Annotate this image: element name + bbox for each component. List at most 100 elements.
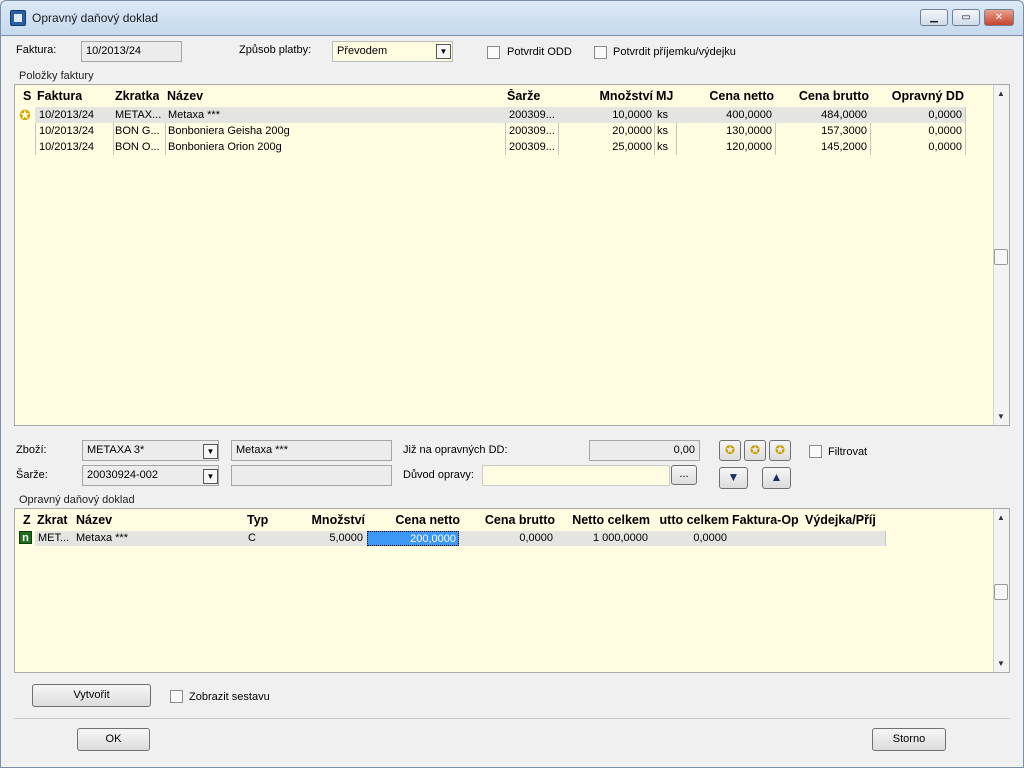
col-header-cena-brutto[interactable]: Cena brutto [777,89,869,107]
scroll-up-icon[interactable]: ▲ [994,513,1008,522]
cell-typ: C [248,532,256,544]
cell-mj: ks [657,141,668,153]
potvrdit-prijemku-checkbox[interactable] [594,46,607,59]
window-title: Opravný daňový doklad [32,11,159,25]
cell-faktura: 10/2013/24 [39,125,95,137]
vytvorit-button[interactable]: Vytvořit [32,684,151,707]
cell-cena-netto: 130,0000 [726,125,772,137]
cell-zkratka: BON O... [115,141,160,153]
odd-grid[interactable]: Z Zkrat Název Typ Množství Cena netto Ce… [14,508,1010,673]
col-header-netto-celkem[interactable]: Netto celkem [558,513,650,531]
cell-faktura: 10/2013/24 [39,141,95,153]
cell-cena-netto-selected[interactable]: 200,0000 [367,531,459,546]
new-record-icon: n [19,531,32,544]
col-header-nazev[interactable]: Název [167,89,203,107]
cell-cena-brutto: 157,3000 [821,125,867,137]
scroll-thumb[interactable] [994,249,1008,265]
cell-cena-netto: 400,0000 [726,109,772,121]
sarze-dropdown-icon[interactable]: ▼ [203,469,218,484]
polozky-faktury-title: Položky faktury [19,70,94,82]
cell-brutto-celkem: 0,0000 [693,532,727,544]
col-header-brutto-celkem[interactable]: utto celkem [653,513,729,531]
col-header-mj[interactable]: MJ [656,89,673,107]
cell-mnozstvi: 10,0000 [612,109,652,121]
col-header-zkrat[interactable]: Zkrat [37,513,73,531]
cell-opravny-dd: 0,0000 [928,141,962,153]
scroll-down-icon[interactable]: ▼ [994,659,1008,668]
col-header-faktura[interactable]: Faktura [37,89,82,107]
zobrazit-sestavu-label: Zobrazit sestavu [189,691,270,703]
duvod-label: Důvod opravy: [403,469,474,481]
cell-mj: ks [657,125,668,137]
star-add-icon[interactable]: ✪ [719,440,741,461]
cell-zkratka: METAX... [115,109,162,121]
duvod-field[interactable] [482,465,670,486]
cell-sarze: 200309... [509,125,555,137]
zpusob-platby-select[interactable]: Převodem [332,41,453,62]
cell-nazev: Bonboniera Geisha 200g [168,125,290,137]
sarze-select[interactable]: 20030924-002 [82,465,219,486]
col-header-faktura-op[interactable]: Faktura-Op [732,513,804,531]
cell-mnozstvi: 25,0000 [612,141,652,153]
cell-mj: ks [657,109,668,121]
col-header-nazev[interactable]: Název [76,513,112,531]
col-header-opravny-dd[interactable]: Opravný DD [872,89,964,107]
col-header-z[interactable]: Z [23,513,31,531]
col-header-cena-netto[interactable]: Cena netto [678,89,774,107]
filtrovat-label: Filtrovat [828,446,868,458]
jiz-field[interactable]: 0,00 [589,440,700,461]
col-header-sarze[interactable]: Šarže [507,89,540,107]
zbozi-name-field[interactable]: Metaxa *** [231,440,392,461]
potvrdit-prijemku-label: Potvrdit příjemku/výdejku [613,46,736,58]
separator [14,718,1010,719]
cell-nazev: Metaxa *** [76,532,128,544]
scroll-down-icon[interactable]: ▼ [994,412,1008,421]
move-up-icon[interactable]: ▲ [762,467,791,489]
minimize-button[interactable]: ▁ [920,9,948,26]
filtrovat-checkbox[interactable] [809,445,822,458]
col-header-cena-netto[interactable]: Cena netto [368,513,460,531]
cell-nazev: Bonboniera Orion 200g [168,141,282,153]
col-header-mnozstvi[interactable]: Množství [560,89,653,107]
cell-vydejka [805,531,883,546]
col-header-typ[interactable]: Typ [247,513,268,531]
potvrdit-odd-checkbox[interactable] [487,46,500,59]
zpusob-platby-dropdown-icon[interactable]: ▼ [436,44,451,59]
star-minus-icon[interactable]: ✪ [769,440,791,461]
zbozi-dropdown-icon[interactable]: ▼ [203,444,218,459]
scroll-thumb[interactable] [994,584,1008,600]
scroll-up-icon[interactable]: ▲ [994,89,1008,98]
move-down-icon[interactable]: ▼ [719,467,748,489]
faktura-field[interactable]: 10/2013/24 [81,41,182,62]
col-header-mnozstvi[interactable]: Množství [271,513,365,531]
cell-faktura: 10/2013/24 [39,109,95,121]
close-button[interactable]: ✕ [984,9,1014,26]
col-header-s[interactable]: S [23,89,31,107]
col-header-cena-brutto[interactable]: Cena brutto [463,513,555,531]
cell-sarze: 200309... [509,141,555,153]
cell-cena-brutto: 0,0000 [519,532,553,544]
cell-zkrat: MET... [38,532,70,544]
zpusob-platby-label: Způsob platby: [239,44,312,56]
cell-zkratka: BON G... [115,125,160,137]
items-grid[interactable]: S Faktura Zkratka Název Šarže Množství M… [14,84,1010,426]
zobrazit-sestavu-checkbox[interactable] [170,690,183,703]
star-icon: ✪ [19,108,31,123]
cell-opravny-dd: 0,0000 [928,125,962,137]
col-header-vydejka[interactable]: Výdejka/Příj [805,513,885,531]
cell-cena-brutto: 484,0000 [821,109,867,121]
cell-opravny-dd: 0,0000 [928,109,962,121]
zbozi-select[interactable]: METAXA 3* [82,440,219,461]
star-plus-icon[interactable]: ✪ [744,440,766,461]
storno-button[interactable]: Storno [872,728,946,751]
ok-button[interactable]: OK [77,728,150,751]
col-header-zkratka[interactable]: Zkratka [115,89,159,107]
opravny-dd-title: Opravný daňový doklad [19,494,135,506]
cell-mnozstvi: 5,0000 [329,532,363,544]
cell-faktura-op [732,531,802,546]
maximize-button[interactable]: ▭ [952,9,980,26]
potvrdit-odd-label: Potvrdit ODD [507,46,572,58]
cell-netto-celkem: 1 000,0000 [592,532,648,544]
sarze-extra-field[interactable] [231,465,392,486]
duvod-ellipsis-button[interactable]: ... [671,465,697,485]
